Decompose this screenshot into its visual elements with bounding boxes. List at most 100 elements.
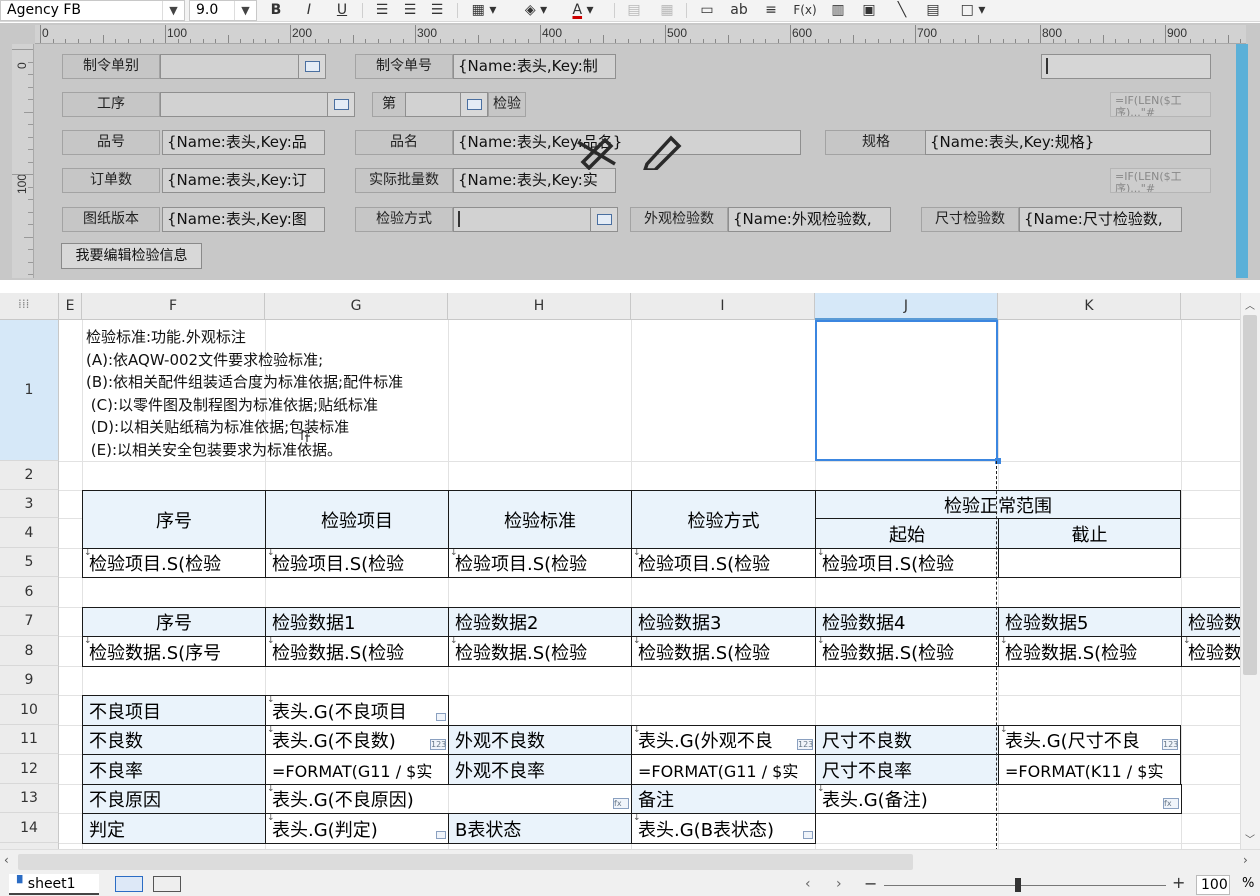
zoom-in-button[interactable]: + (1172, 873, 1185, 892)
cell-j7[interactable]: 检验数据4 (815, 607, 999, 637)
order-qty-field[interactable]: {Name:表头,Key:订 (162, 168, 325, 193)
cell-h5[interactable]: ↓ 检验项目.S(检验 (448, 548, 632, 578)
cell-f13[interactable]: 不良原因 (82, 784, 266, 814)
row-header-7[interactable]: 7 (0, 607, 59, 636)
inspection-method-field[interactable] (453, 207, 591, 232)
font-name-select[interactable]: Agency FB ▼ (0, 0, 185, 21)
cell-i13[interactable]: 备注 (631, 784, 816, 814)
cell-g14[interactable]: ↓ 表头.G(判定) (265, 813, 449, 844)
chevron-down-icon[interactable]: ▼ (162, 1, 184, 20)
cell-i12[interactable]: =FORMAT(G11 / $实 (631, 754, 816, 785)
paragraph-icon[interactable]: ≡ (760, 0, 782, 21)
nav-prev-icon[interactable]: ‹ (805, 876, 811, 892)
merge-icon[interactable]: ▤ (624, 0, 644, 21)
designer-scrollbar[interactable] (1236, 44, 1248, 278)
cell-j11[interactable]: 尺寸不良数 (815, 725, 999, 755)
column-header-i[interactable]: I (631, 293, 815, 320)
column-header-j[interactable]: J (815, 293, 998, 320)
line-icon[interactable]: ╲ (891, 0, 913, 21)
cell-i8[interactable]: ↓ 检验数据.S(检验 (631, 636, 816, 667)
zoom-slider-track[interactable] (884, 885, 1166, 886)
row-header-10[interactable]: 10 (0, 695, 59, 725)
cell-f10[interactable]: 不良项目 (82, 695, 266, 726)
cell-i14[interactable]: ↓ 表头.G(B表状态) (631, 813, 816, 844)
scroll-up-icon[interactable]: ︿ (1245, 297, 1255, 312)
italic-button[interactable]: I (299, 0, 319, 21)
row-header-3[interactable]: 3 (0, 490, 59, 518)
pencil-icon[interactable] (643, 135, 682, 170)
sheet-tab[interactable]: ▘sheet1 (9, 874, 99, 895)
zoom-out-button[interactable]: − (864, 874, 877, 893)
hide-pencil-icon[interactable] (577, 137, 616, 170)
size-count-field[interactable]: {Name:尺寸检验数, (1019, 207, 1182, 232)
chart-icon[interactable]: ▥ (827, 0, 849, 21)
cell-j13[interactable]: ↓ 表头.G(备注) fx (815, 784, 1182, 814)
font-size-select[interactable]: 9.0 ▼ (189, 0, 257, 21)
horizontal-scroll-thumb[interactable] (18, 854, 913, 870)
scroll-left-icon[interactable]: ‹ (4, 853, 9, 867)
inspection-count-dropdown[interactable] (460, 92, 488, 117)
order-type-dropdown[interactable] (298, 54, 326, 79)
zoom-input[interactable]: 100 (1196, 875, 1230, 895)
cell-j8[interactable]: ↓ 检验数据.S(检验 (815, 636, 999, 667)
cell-k7[interactable]: 检验数据5 (998, 607, 1182, 637)
header-range-end[interactable]: 截止 (998, 518, 1181, 549)
cell-i11[interactable]: ↓ 表头.G(外观不良 123 (631, 725, 816, 755)
column-header-e[interactable]: E (59, 293, 82, 320)
cell-h14[interactable]: B表状态 (448, 813, 632, 844)
column-header-f[interactable]: F (82, 293, 265, 320)
inspection-method-dropdown[interactable] (590, 207, 618, 232)
shape-icon[interactable]: □ ▾ (955, 0, 991, 21)
add-sheet-copy-icon[interactable] (153, 876, 181, 892)
row-header-4[interactable]: 4 (0, 518, 59, 548)
cell-f12[interactable]: 不良率 (82, 754, 266, 785)
cell-h7[interactable]: 检验数据2 (448, 607, 632, 637)
scroll-right-icon[interactable]: › (1243, 853, 1248, 867)
cell-g5[interactable]: ↓ 检验项目.S(检验 (265, 548, 449, 578)
cell-l8[interactable]: ↓ 检验数 (1181, 636, 1240, 667)
align-center-icon[interactable]: ☰ (400, 0, 420, 21)
row-header-8[interactable]: 8 (0, 636, 59, 666)
spreadsheet-grid[interactable]: ⁞⁞⁞ E F G H I J K 1 2 3 4 5 6 7 8 9 10 1… (0, 293, 1240, 849)
border-icon[interactable]: ▦ ▾ (466, 0, 502, 21)
spec-field[interactable]: {Name:表头,Key:规格} (925, 130, 1211, 155)
cell-f5[interactable]: ↓ 检验项目.S(检验 (82, 548, 266, 578)
batch-qty-field[interactable]: {Name:表头,Key:实 (453, 168, 616, 193)
nav-next-icon[interactable]: › (836, 876, 842, 892)
fill-color-icon[interactable]: ◈ ▾ (517, 0, 555, 21)
zoom-slider-knob[interactable] (1015, 878, 1021, 892)
column-header-h[interactable]: H (448, 293, 631, 320)
row-header-6[interactable]: 6 (0, 577, 59, 607)
cell-h8[interactable]: ↓ 检验数据.S(检验 (448, 636, 632, 667)
textbox-icon[interactable]: ▭ (696, 0, 718, 21)
cell-g10[interactable]: ↓ 表头.G(不良项目 (265, 695, 449, 726)
cell-g13[interactable]: ↓ 表头.G(不良原因) fx (265, 784, 632, 814)
row-header-12[interactable]: 12 (0, 754, 59, 784)
formula-button[interactable]: F(x) (791, 0, 819, 21)
cell-g12[interactable]: =FORMAT(G11 / $实 (265, 754, 449, 785)
table-icon[interactable]: ▦ (656, 0, 678, 21)
cell-f11[interactable]: 不良数 (82, 725, 266, 755)
chevron-down-icon[interactable]: ▼ (234, 1, 256, 20)
edit-inspection-info-button[interactable]: 我要编辑检验信息 (61, 243, 202, 269)
column-header-l[interactable] (1181, 293, 1240, 320)
blank-field[interactable] (1041, 54, 1211, 79)
order-no-field[interactable]: {Name:表头,Key:制 (453, 54, 616, 79)
cell-j12[interactable]: 尺寸不良率 (815, 754, 999, 785)
align-left-icon[interactable]: ☰ (372, 0, 392, 21)
cell-k11[interactable]: ↓ 表头.G(尺寸不良 123 (998, 725, 1181, 755)
scroll-down-icon[interactable]: ﹀ (1245, 831, 1255, 846)
process-field[interactable] (160, 92, 328, 117)
row-header-1[interactable]: 1 (0, 320, 59, 461)
image-icon[interactable]: ▣ (858, 0, 880, 21)
cell-l7[interactable]: 检验数 (1181, 607, 1240, 637)
barcode-icon[interactable]: ▤ (922, 0, 944, 21)
drawing-ver-field[interactable]: {Name:表头,Key:图 (162, 207, 325, 232)
order-type-field[interactable] (160, 54, 299, 79)
cell-h11[interactable]: 外观不良数 (448, 725, 632, 755)
cell-f7[interactable]: 序号 (82, 607, 266, 637)
select-all-corner[interactable]: ⁞⁞⁞ (0, 293, 59, 320)
cell-g11[interactable]: ↓ 表头.G(不良数) 123 (265, 725, 449, 755)
process-dropdown[interactable] (327, 92, 355, 117)
row-header-2[interactable]: 2 (0, 461, 59, 490)
